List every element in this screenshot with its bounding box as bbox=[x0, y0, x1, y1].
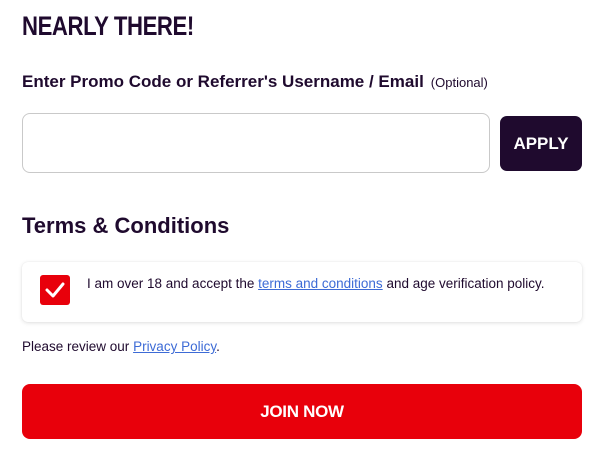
promo-code-input[interactable] bbox=[22, 113, 490, 173]
terms-text-after: and age verification policy. bbox=[382, 276, 545, 291]
terms-checkbox[interactable] bbox=[40, 275, 70, 305]
promo-code-label-text: Enter Promo Code or Referrer's Username … bbox=[22, 72, 424, 91]
terms-text-before: I am over 18 and accept the bbox=[87, 276, 259, 291]
page-title: NEARLY THERE! bbox=[22, 11, 194, 41]
checkmark-icon bbox=[45, 282, 65, 298]
apply-button[interactable]: APPLY bbox=[500, 116, 582, 171]
privacy-text-before: Please review our bbox=[22, 339, 134, 354]
privacy-notice: Please review our Privacy Policy. bbox=[22, 339, 220, 355]
terms-text: I am over 18 and accept the terms and co… bbox=[87, 276, 557, 292]
privacy-text-after: . bbox=[216, 339, 220, 354]
terms-card: I am over 18 and accept the terms and co… bbox=[22, 262, 582, 322]
privacy-policy-link[interactable]: Privacy Policy bbox=[133, 339, 216, 354]
join-now-button[interactable]: JOIN NOW bbox=[22, 384, 582, 439]
terms-link[interactable]: terms and conditions bbox=[258, 276, 383, 291]
promo-code-label: Enter Promo Code or Referrer's Username … bbox=[22, 71, 488, 94]
optional-label: (Optional) bbox=[430, 75, 488, 90]
terms-heading: Terms & Conditions bbox=[22, 213, 230, 238]
